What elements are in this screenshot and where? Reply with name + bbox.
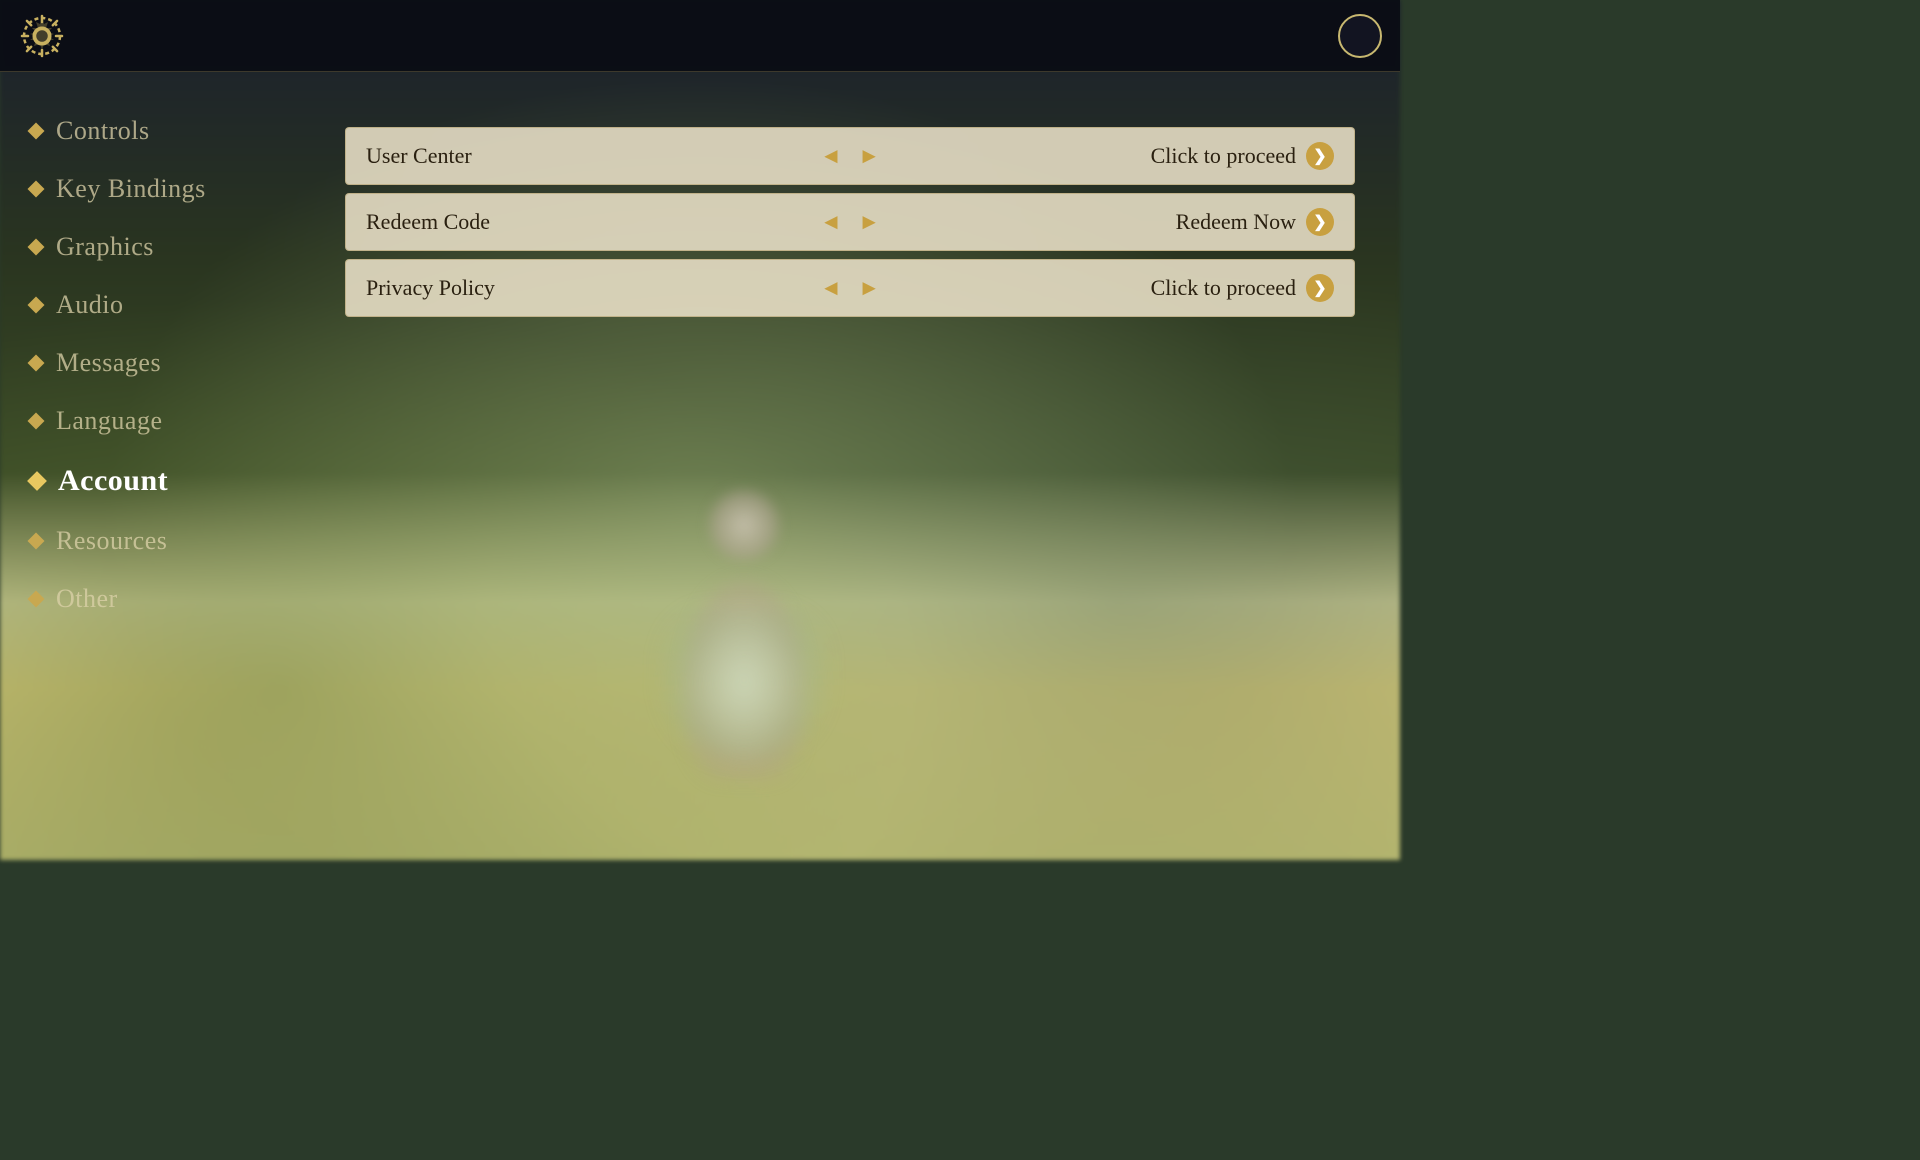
sidebar-item-controls[interactable]: Controls bbox=[0, 102, 300, 160]
center-arrow-icon: ◄ ► bbox=[820, 209, 880, 235]
main-content: User Center◄ ►Click to proceed❯Redeem Co… bbox=[300, 72, 1400, 860]
sidebar-item-label: Messages bbox=[56, 348, 161, 378]
center-arrow-icon: ◄ ► bbox=[820, 275, 880, 301]
menu-row-privacy-policy[interactable]: Privacy Policy◄ ► Click to proceed ❯ bbox=[345, 259, 1355, 317]
diamond-icon bbox=[28, 239, 45, 256]
menu-row-action: Click to proceed ❯ bbox=[1151, 274, 1334, 302]
sidebar-item-label: Other bbox=[56, 584, 118, 614]
sidebar-item-label: Language bbox=[56, 406, 163, 436]
diamond-icon bbox=[28, 533, 45, 550]
sidebar-item-label: Audio bbox=[56, 290, 124, 320]
menu-row-label: Privacy Policy bbox=[366, 275, 1151, 301]
gear-icon bbox=[20, 14, 64, 58]
menu-row-action: Redeem Now ❯ bbox=[1176, 208, 1334, 236]
circle-arrow-icon: ❯ bbox=[1306, 208, 1334, 236]
menu-row-action-text: Redeem Now bbox=[1176, 209, 1296, 235]
sidebar-item-audio[interactable]: Audio bbox=[0, 276, 300, 334]
menu-row-user-center[interactable]: User Center◄ ► Click to proceed ❯ bbox=[345, 127, 1355, 185]
sidebar-item-resources[interactable]: Resources bbox=[0, 512, 300, 570]
sidebar-item-label: Graphics bbox=[56, 232, 154, 262]
center-arrow-icon: ◄ ► bbox=[820, 143, 880, 169]
diamond-icon bbox=[28, 123, 45, 140]
sidebar-item-label: Controls bbox=[56, 116, 150, 146]
diamond-icon bbox=[28, 297, 45, 314]
circle-arrow-icon: ❯ bbox=[1306, 274, 1334, 302]
sidebar: Controls Key Bindings Graphics Audio Message… bbox=[0, 72, 300, 860]
diamond-icon bbox=[28, 181, 45, 198]
circle-arrow-icon: ❯ bbox=[1306, 142, 1334, 170]
sidebar-item-messages[interactable]: Messages bbox=[0, 334, 300, 392]
menu-row-action-text: Click to proceed bbox=[1151, 143, 1296, 169]
sidebar-item-graphics[interactable]: Graphics bbox=[0, 218, 300, 276]
sidebar-item-label: Account bbox=[58, 464, 168, 498]
sidebar-item-account[interactable]: Account bbox=[0, 450, 300, 512]
diamond-icon bbox=[28, 591, 45, 608]
diamond-icon bbox=[28, 355, 45, 372]
menu-row-redeem-code[interactable]: Redeem Code◄ ► Redeem Now ❯ bbox=[345, 193, 1355, 251]
menu-row-label: Redeem Code bbox=[366, 209, 1176, 235]
sidebar-item-label: Resources bbox=[56, 526, 167, 556]
menu-row-label: User Center bbox=[366, 143, 1151, 169]
diamond-icon bbox=[28, 413, 45, 430]
diamond-icon bbox=[27, 471, 47, 491]
sidebar-item-other[interactable]: Other bbox=[0, 570, 300, 628]
menu-row-action-text: Click to proceed bbox=[1151, 275, 1296, 301]
sidebar-item-label: Key Bindings bbox=[56, 174, 206, 204]
sidebar-item-key-bindings[interactable]: Key Bindings bbox=[0, 160, 300, 218]
sidebar-item-language[interactable]: Language bbox=[0, 392, 300, 450]
header-bar bbox=[0, 0, 1400, 72]
close-button[interactable] bbox=[1338, 14, 1382, 58]
menu-row-action: Click to proceed ❯ bbox=[1151, 142, 1334, 170]
